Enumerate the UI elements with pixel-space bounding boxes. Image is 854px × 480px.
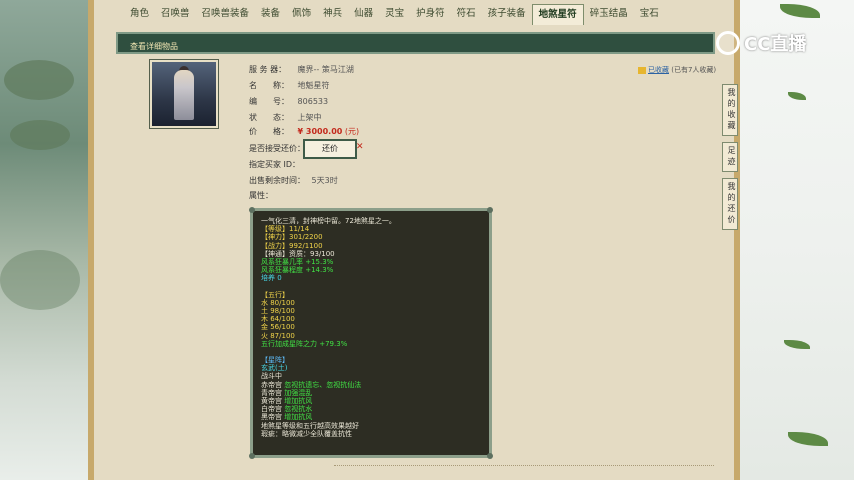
server-label: 服 务 器： — [249, 65, 287, 74]
price-row: 价 格： ¥ 3000.00 (元) — [249, 126, 359, 137]
section-header: 查看详细物品 — [116, 32, 715, 54]
price-value: ¥ 3000.00 — [297, 127, 343, 136]
remaining-label: 出售剩余时间： — [249, 176, 305, 185]
side-tab-0[interactable]: 我的收藏 — [722, 84, 738, 136]
attr-label: 属性： — [249, 191, 273, 200]
side-tabs: 我的收藏足迹我的还价 — [722, 84, 738, 236]
remaining-value: 5天3时 — [311, 176, 338, 185]
desc-wind-freq: 风系狂暴几率 +15.3% — [261, 258, 334, 267]
favorite-info: 已收藏 (已有7人收藏) — [638, 65, 716, 75]
id-label: 编 号： — [249, 97, 289, 106]
attribute-description-box: 一气化三清，封神榜中留。72地煞星之一。 【等级】11/14 【神力】301/2… — [249, 207, 493, 459]
item-avatar — [149, 59, 219, 129]
close-icon[interactable]: ✕ — [356, 142, 364, 152]
favorite-icon — [638, 66, 646, 74]
cc-logo-icon — [716, 31, 740, 55]
tab-10[interactable]: 孩子装备 — [482, 4, 532, 24]
status-label: 状 态： — [249, 113, 289, 122]
desc-note2: 瑕疵：略微减少全队覆盖抗性 — [261, 429, 352, 438]
tab-6[interactable]: 仙器 — [348, 4, 379, 24]
divider — [334, 465, 714, 466]
counter-label: 是否接受还价： — [249, 144, 305, 153]
name-row: 名 称： 地魁星符 — [249, 80, 330, 91]
tab-9[interactable]: 符石 — [451, 4, 482, 24]
left-background-scenery — [0, 0, 88, 480]
buyer-label: 指定买家 ID： — [249, 160, 301, 169]
tab-8[interactable]: 护身符 — [410, 4, 451, 24]
desc-five-bonus: 五行加成星阵之力 +79.3% — [261, 339, 348, 348]
desc-note1: 地煞星等级和五行越高效果越好 — [261, 421, 359, 430]
side-tab-2[interactable]: 我的还价 — [722, 178, 738, 230]
counter-offer-button[interactable]: 还价 — [303, 139, 357, 159]
desc-divinity: 【神力】301/2200 — [261, 233, 323, 242]
category-tabs: 角色 召唤兽 召唤兽装备 装备 佩饰 神兵 仙器 灵宝 护身符 符石 孩子装备 地煞星符 碎玉结晶 宝石 — [124, 4, 665, 25]
buyer-row: 指定买家 ID： — [249, 159, 309, 170]
server-value: 魔界-- 策马江湖 — [297, 65, 354, 74]
side-tab-1[interactable]: 足迹 — [722, 142, 738, 172]
tab-0[interactable]: 角色 — [124, 4, 155, 24]
desc-metal: 金 56/100 — [261, 323, 295, 332]
remaining-row: 出售剩余时间： 5天3时 — [249, 175, 338, 186]
tab-11[interactable]: 地煞星符 — [531, 4, 584, 25]
desc-black-lord: 黑帝宫 增加抗风 — [261, 413, 313, 422]
desc-red-lord: 赤帝宫 忽视抗遗忘、忽视抗仙法 — [261, 380, 362, 389]
server-row: 服 务 器： 魔界-- 策马江湖 — [249, 64, 354, 75]
name-value: 地魁星符 — [297, 81, 330, 90]
favorite-link[interactable]: 已收藏 — [648, 66, 669, 74]
tab-13[interactable]: 宝石 — [634, 4, 665, 24]
desc-spirit: 【神通】资质：93/100 — [261, 249, 335, 258]
right-background — [740, 0, 854, 480]
desc-five-title: 【五行】 — [261, 290, 289, 299]
price-unit: (元) — [344, 127, 360, 136]
counter-offer-row: 是否接受还价： — [249, 143, 309, 154]
desc-fire: 火 87/100 — [261, 331, 295, 340]
tab-12[interactable]: 碎玉结晶 — [584, 4, 634, 24]
status-row: 状 态： 上架中 — [249, 112, 322, 123]
main-panel: 角色 召唤兽 召唤兽装备 装备 佩饰 神兵 仙器 灵宝 护身符 符石 孩子装备 地煞星符 碎玉结晶 宝石 … — [88, 0, 740, 480]
desc-cultivate: 培养 0 — [261, 274, 282, 283]
tab-3[interactable]: 装备 — [255, 4, 286, 24]
tab-4[interactable]: 佩饰 — [286, 4, 317, 24]
desc-earth: 土 98/100 — [261, 307, 295, 316]
tab-7[interactable]: 灵宝 — [379, 4, 410, 24]
desc-formation-title: 【星阵】 — [261, 356, 289, 365]
price-label: 价 格： — [249, 127, 289, 136]
tab-1[interactable]: 召唤兽 — [155, 4, 196, 24]
desc-green-lord: 青帝宫 加强混乱 — [261, 388, 313, 397]
attr-row: 属性： — [249, 190, 295, 201]
id-row: 编 号： 806533 — [249, 96, 328, 107]
desc-combat: 【战力】992/1100 — [261, 241, 323, 250]
logo-text: CC直播 — [744, 34, 807, 55]
desc-formation-name: 玄武(土) — [261, 364, 288, 373]
desc-battle: 战斗中 — [261, 372, 282, 381]
id-value: 806533 — [297, 97, 329, 106]
status-value: 上架中 — [297, 113, 322, 122]
name-label: 名 称： — [249, 81, 289, 90]
section-title: 查看详细物品 — [130, 42, 178, 51]
cc-live-logo: CC直播 — [716, 30, 806, 56]
tab-5[interactable]: 神兵 — [317, 4, 348, 24]
desc-intro: 一气化三清，封神榜中留。72地煞星之一。 — [261, 217, 396, 225]
tab-2[interactable]: 召唤兽装备 — [196, 4, 256, 24]
desc-wind-deg: 风系狂暴程度 +14.3% — [261, 266, 334, 275]
favorite-count: (已有7人收藏) — [671, 66, 717, 74]
desc-water: 水 80/100 — [261, 298, 295, 307]
